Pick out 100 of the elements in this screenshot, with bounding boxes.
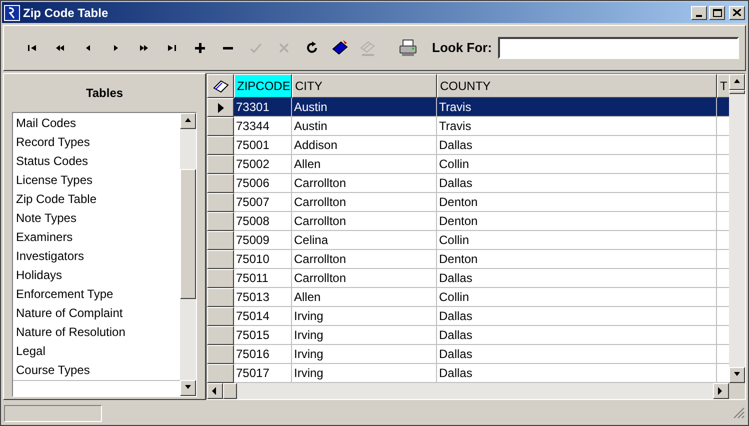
row-indicator[interactable] (207, 117, 234, 136)
checkmark-icon (249, 41, 263, 55)
table-cell: Allen (292, 155, 437, 174)
table-cell: Denton (437, 212, 717, 231)
row-indicator[interactable] (207, 288, 234, 307)
look-for-label: Look For: (432, 39, 492, 58)
table-cell: Carrollton (292, 193, 437, 212)
current-row-icon (218, 102, 224, 112)
minimize-button[interactable] (691, 6, 707, 20)
column-header[interactable]: COUNTY (437, 74, 717, 98)
table-list-item[interactable]: Zip Code Table (13, 190, 180, 209)
table-cell: Irving (292, 345, 437, 364)
refresh-icon (305, 41, 319, 55)
table-list-item[interactable]: Legal (13, 342, 180, 361)
table-list-item[interactable]: Course Types (13, 361, 180, 380)
table-cell: Dallas (437, 136, 717, 155)
scroll-thumb[interactable] (223, 383, 237, 399)
row-indicator[interactable] (207, 155, 234, 174)
grid-horizontal-scrollbar[interactable] (207, 383, 729, 399)
resize-grip-icon (733, 407, 745, 419)
maximize-icon (712, 8, 722, 16)
table-cell: Dallas (437, 345, 717, 364)
row-indicator[interactable] (207, 231, 234, 250)
window-title: Zip Code Table (23, 4, 108, 22)
table-cell: 75002 (234, 155, 292, 174)
table-cell: Denton (437, 250, 717, 269)
table-cell: 75014 (234, 307, 292, 326)
table-list-item[interactable]: Nature of Resolution (13, 323, 180, 342)
table-list-item[interactable]: Mail Codes (13, 114, 180, 133)
table-cell: Austin (292, 117, 437, 136)
table-list-item[interactable]: Nature of Complaint (13, 304, 180, 323)
scroll-down-button[interactable] (180, 380, 196, 396)
table-cell: 73344 (234, 117, 292, 136)
row-indicator[interactable] (207, 98, 234, 117)
table-cell: Addison (292, 136, 437, 155)
left-arrow-icon (211, 387, 219, 395)
row-indicator[interactable] (207, 136, 234, 155)
table-cell: Dallas (437, 307, 717, 326)
row-indicator[interactable] (207, 212, 234, 231)
row-indicator[interactable] (207, 364, 234, 383)
table-cell: 75011 (234, 269, 292, 288)
scroll-thumb[interactable] (180, 169, 196, 299)
scroll-down-button[interactable] (729, 367, 745, 383)
plus-icon (193, 41, 207, 55)
table-cell: 73301 (234, 98, 292, 117)
table-list-item[interactable]: License Types (13, 171, 180, 190)
column-header[interactable]: CITY (292, 74, 437, 98)
row-indicator[interactable] (207, 307, 234, 326)
row-indicator[interactable] (207, 269, 234, 288)
list-scrollbar[interactable] (180, 113, 196, 396)
column-header[interactable]: T (717, 74, 729, 98)
table-cell: Collin (437, 231, 717, 250)
row-indicator[interactable] (207, 250, 234, 269)
tables-heading: Tables (84, 85, 124, 102)
column-header[interactable]: ZIPCODE (234, 74, 292, 98)
table-cell: Travis (437, 98, 717, 117)
table-list-item[interactable]: Enforcement Type (13, 285, 180, 304)
scroll-up-button[interactable] (180, 113, 196, 129)
x-icon (277, 41, 291, 55)
table-cell: Irving (292, 364, 437, 383)
close-icon (733, 9, 741, 16)
table-list-item[interactable]: Record Types (13, 133, 180, 152)
table-cell: 75013 (234, 288, 292, 307)
up-arrow-icon (733, 78, 741, 86)
row-indicator[interactable] (207, 193, 234, 212)
scroll-left-button[interactable] (207, 383, 223, 399)
scroll-thumb[interactable] (729, 90, 745, 94)
table-cell: Dallas (437, 364, 717, 383)
book-icon (212, 79, 228, 93)
table-list-item[interactable]: Examiners (13, 228, 180, 247)
scroll-right-button[interactable] (713, 383, 729, 399)
table-cell: Dallas (437, 174, 717, 193)
table-list-item[interactable]: Investigators (13, 247, 180, 266)
look-for-field[interactable] (498, 37, 739, 59)
table-cell: Carrollton (292, 269, 437, 288)
table-list-item[interactable]: Holidays (13, 266, 180, 285)
table-list-item[interactable]: Status Codes (13, 152, 180, 171)
table-cell: Collin (437, 288, 717, 307)
table-cell: Dallas (437, 269, 717, 288)
up-arrow-icon (184, 117, 192, 125)
book-icon (331, 39, 349, 57)
close-button[interactable] (729, 6, 745, 20)
table-cell: Celina (292, 231, 437, 250)
row-indicator[interactable] (207, 174, 234, 193)
table-cell: 75008 (234, 212, 292, 231)
table-cell: Austin (292, 98, 437, 117)
maximize-button[interactable] (709, 6, 725, 20)
table-cell: 75015 (234, 326, 292, 345)
table-cell: Carrollton (292, 212, 437, 231)
table-list-item[interactable]: Note Types (13, 209, 180, 228)
grid-vertical-scrollbar[interactable] (729, 74, 745, 383)
minimize-icon (696, 14, 702, 16)
scroll-up-button[interactable] (729, 74, 745, 90)
table-cell: Irving (292, 326, 437, 345)
app-icon (4, 4, 20, 20)
row-indicator[interactable] (207, 345, 234, 364)
table-cell: 75009 (234, 231, 292, 250)
table-cell: 75006 (234, 174, 292, 193)
row-indicator[interactable] (207, 326, 234, 345)
table-cell: Dallas (437, 326, 717, 345)
